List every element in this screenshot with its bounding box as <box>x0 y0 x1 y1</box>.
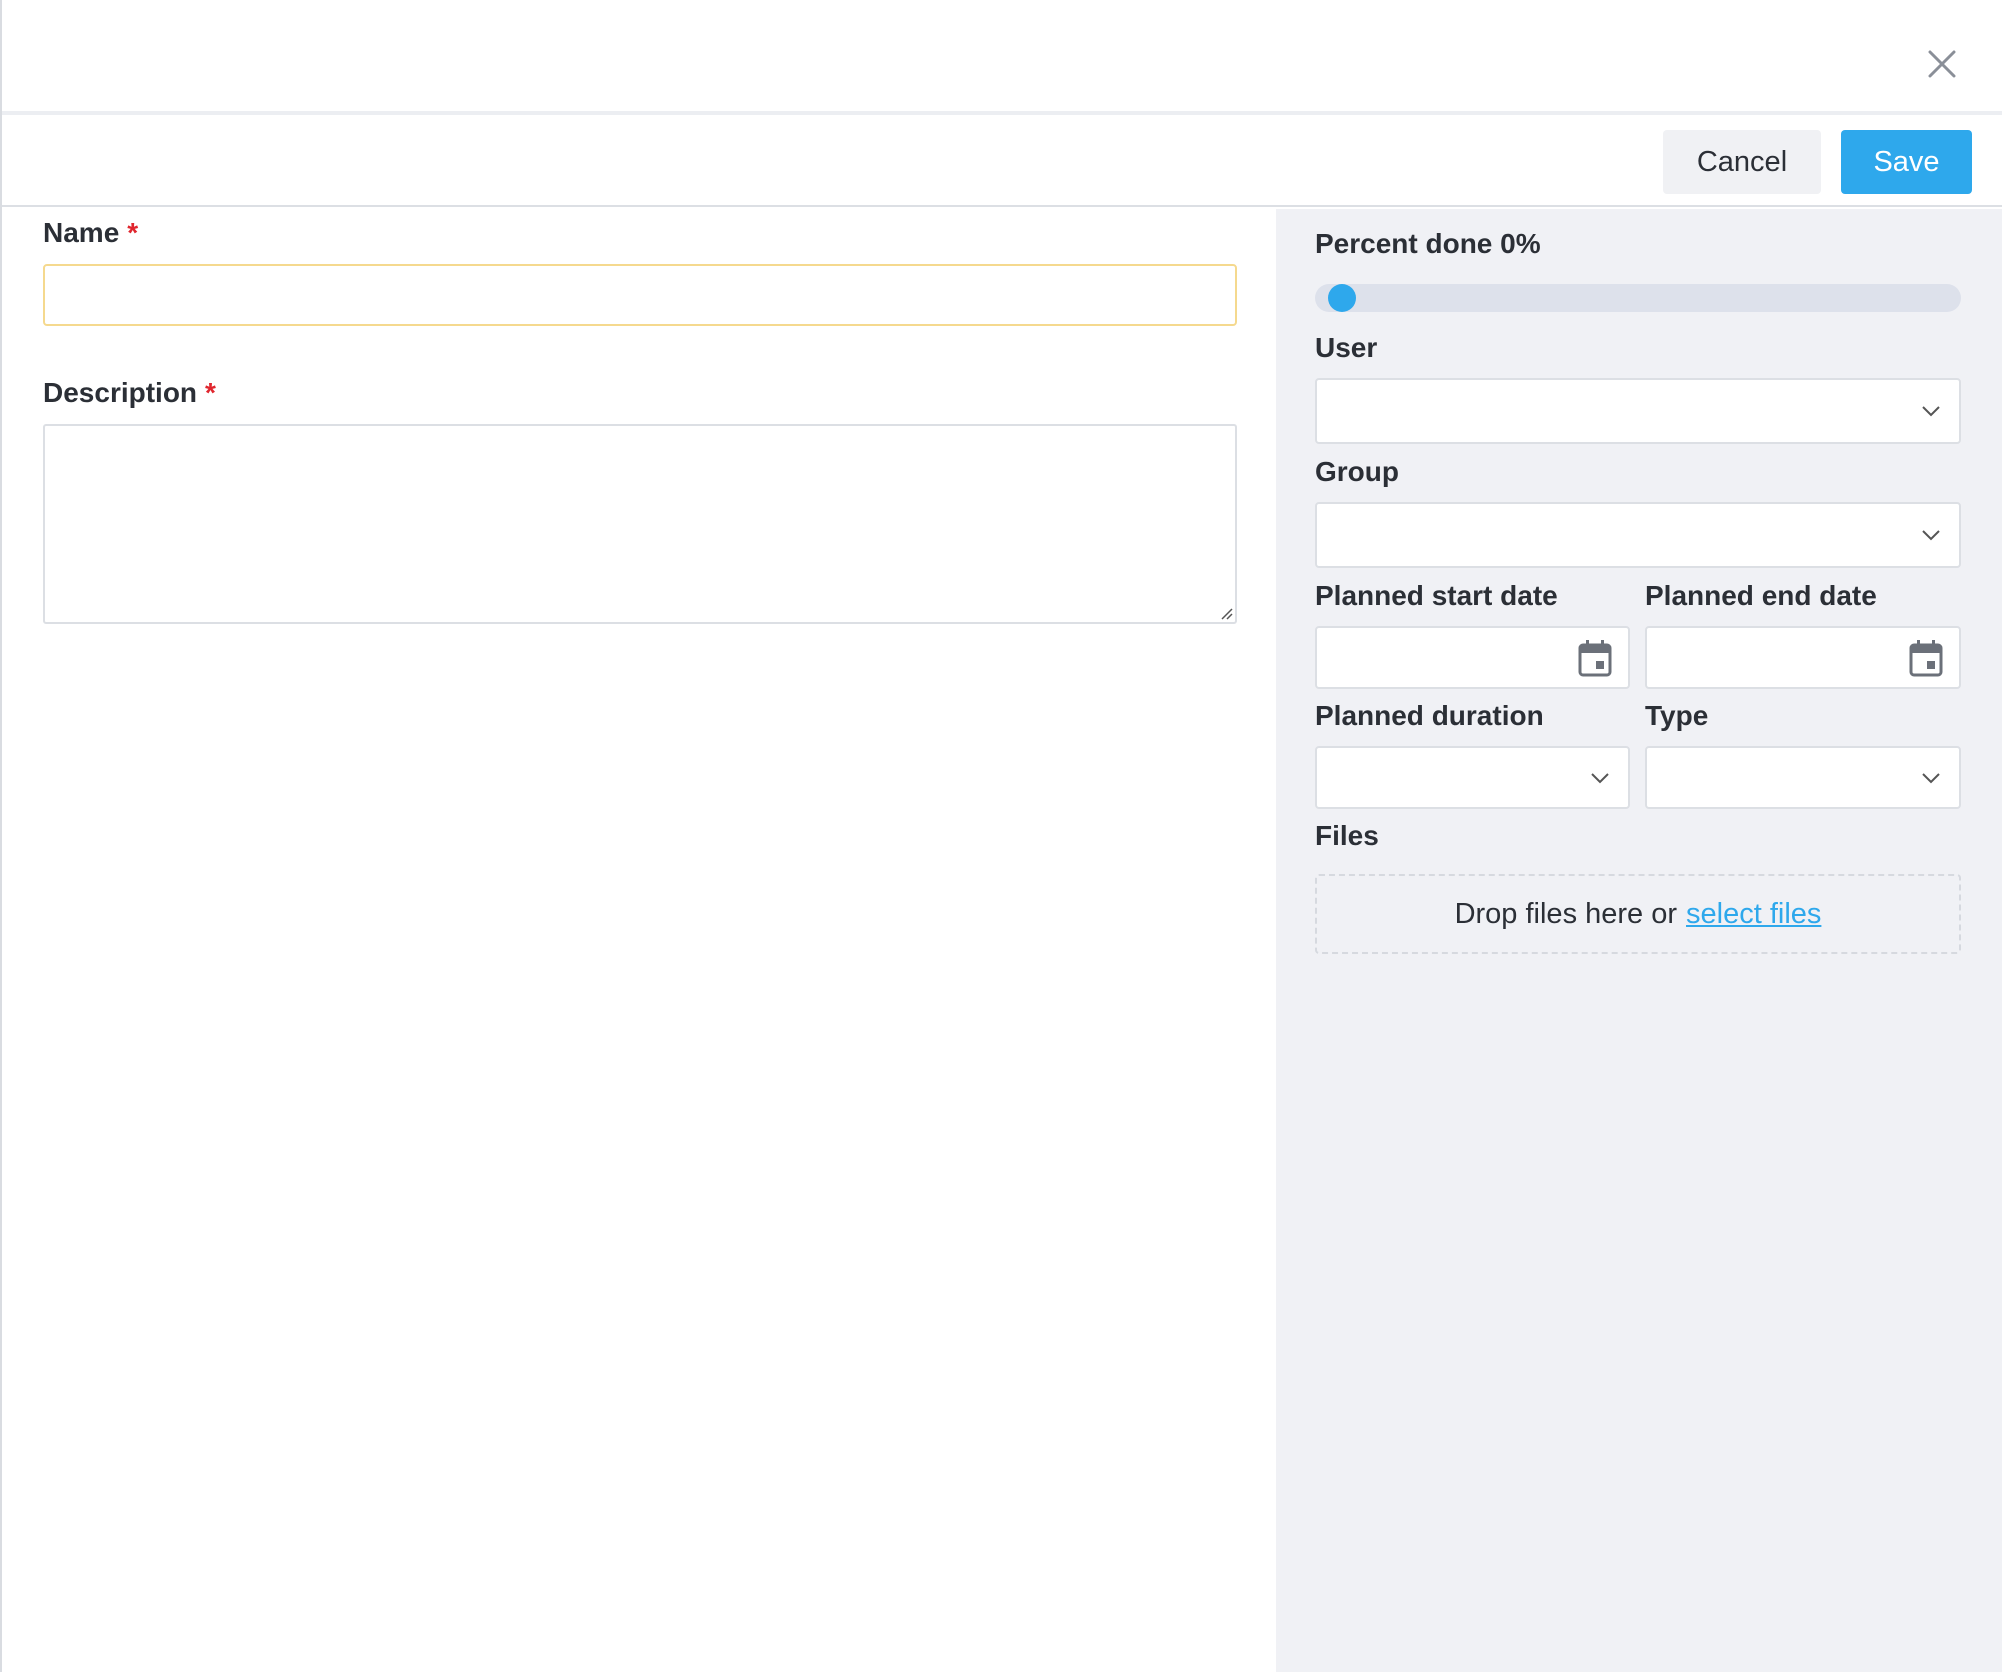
dropzone-text: Drop files here or <box>1454 897 1678 930</box>
file-dropzone[interactable]: Drop files here or select files <box>1315 874 1961 954</box>
percent-done-label: Percent done 0% <box>1315 228 1541 259</box>
chevron-down-icon <box>1591 772 1609 783</box>
name-label-text: Name <box>43 217 120 248</box>
planned-duration-label: Planned duration <box>1315 700 1544 731</box>
description-textarea[interactable] <box>43 424 1237 624</box>
slider-handle[interactable] <box>1328 284 1356 312</box>
chevron-down-icon <box>1922 772 1940 783</box>
planned-start-date-input[interactable] <box>1315 626 1630 689</box>
calendar-icon[interactable] <box>1909 639 1943 677</box>
planned-start-label: Planned start date <box>1315 580 1558 611</box>
name-label: Name * <box>43 217 138 249</box>
planned-duration-select[interactable] <box>1315 746 1630 809</box>
type-select[interactable] <box>1645 746 1961 809</box>
user-label: User <box>1315 332 1378 363</box>
resize-grip-icon[interactable] <box>1217 604 1233 620</box>
select-files-link[interactable]: select files <box>1686 898 1821 931</box>
user-select[interactable] <box>1315 378 1961 444</box>
group-select[interactable] <box>1315 502 1961 568</box>
planned-end-label: Planned end date <box>1645 580 1877 611</box>
main-form-pane: Name * Description * <box>2 209 1276 1672</box>
percent-done-slider[interactable] <box>1315 284 1961 312</box>
modal-header <box>2 0 2002 115</box>
group-label: Group <box>1315 456 1399 487</box>
calendar-icon[interactable] <box>1578 639 1612 677</box>
save-button[interactable]: Save <box>1841 130 1972 194</box>
chevron-down-icon <box>1922 406 1940 417</box>
modal-toolbar: Cancel Save <box>2 119 2002 207</box>
type-label: Type <box>1645 700 1709 731</box>
required-marker: * <box>127 217 139 248</box>
files-label: Files <box>1315 820 1379 851</box>
close-icon[interactable] <box>1922 44 1962 84</box>
description-label-text: Description <box>43 377 198 408</box>
cancel-button[interactable]: Cancel <box>1663 130 1821 194</box>
details-sidebar: Percent done 0% User Group Planned start… <box>1276 209 2002 1672</box>
planned-end-date-input[interactable] <box>1645 626 1961 689</box>
chevron-down-icon <box>1922 530 1940 541</box>
name-input[interactable] <box>43 264 1237 326</box>
description-label: Description * <box>43 377 216 409</box>
required-marker: * <box>205 377 216 408</box>
